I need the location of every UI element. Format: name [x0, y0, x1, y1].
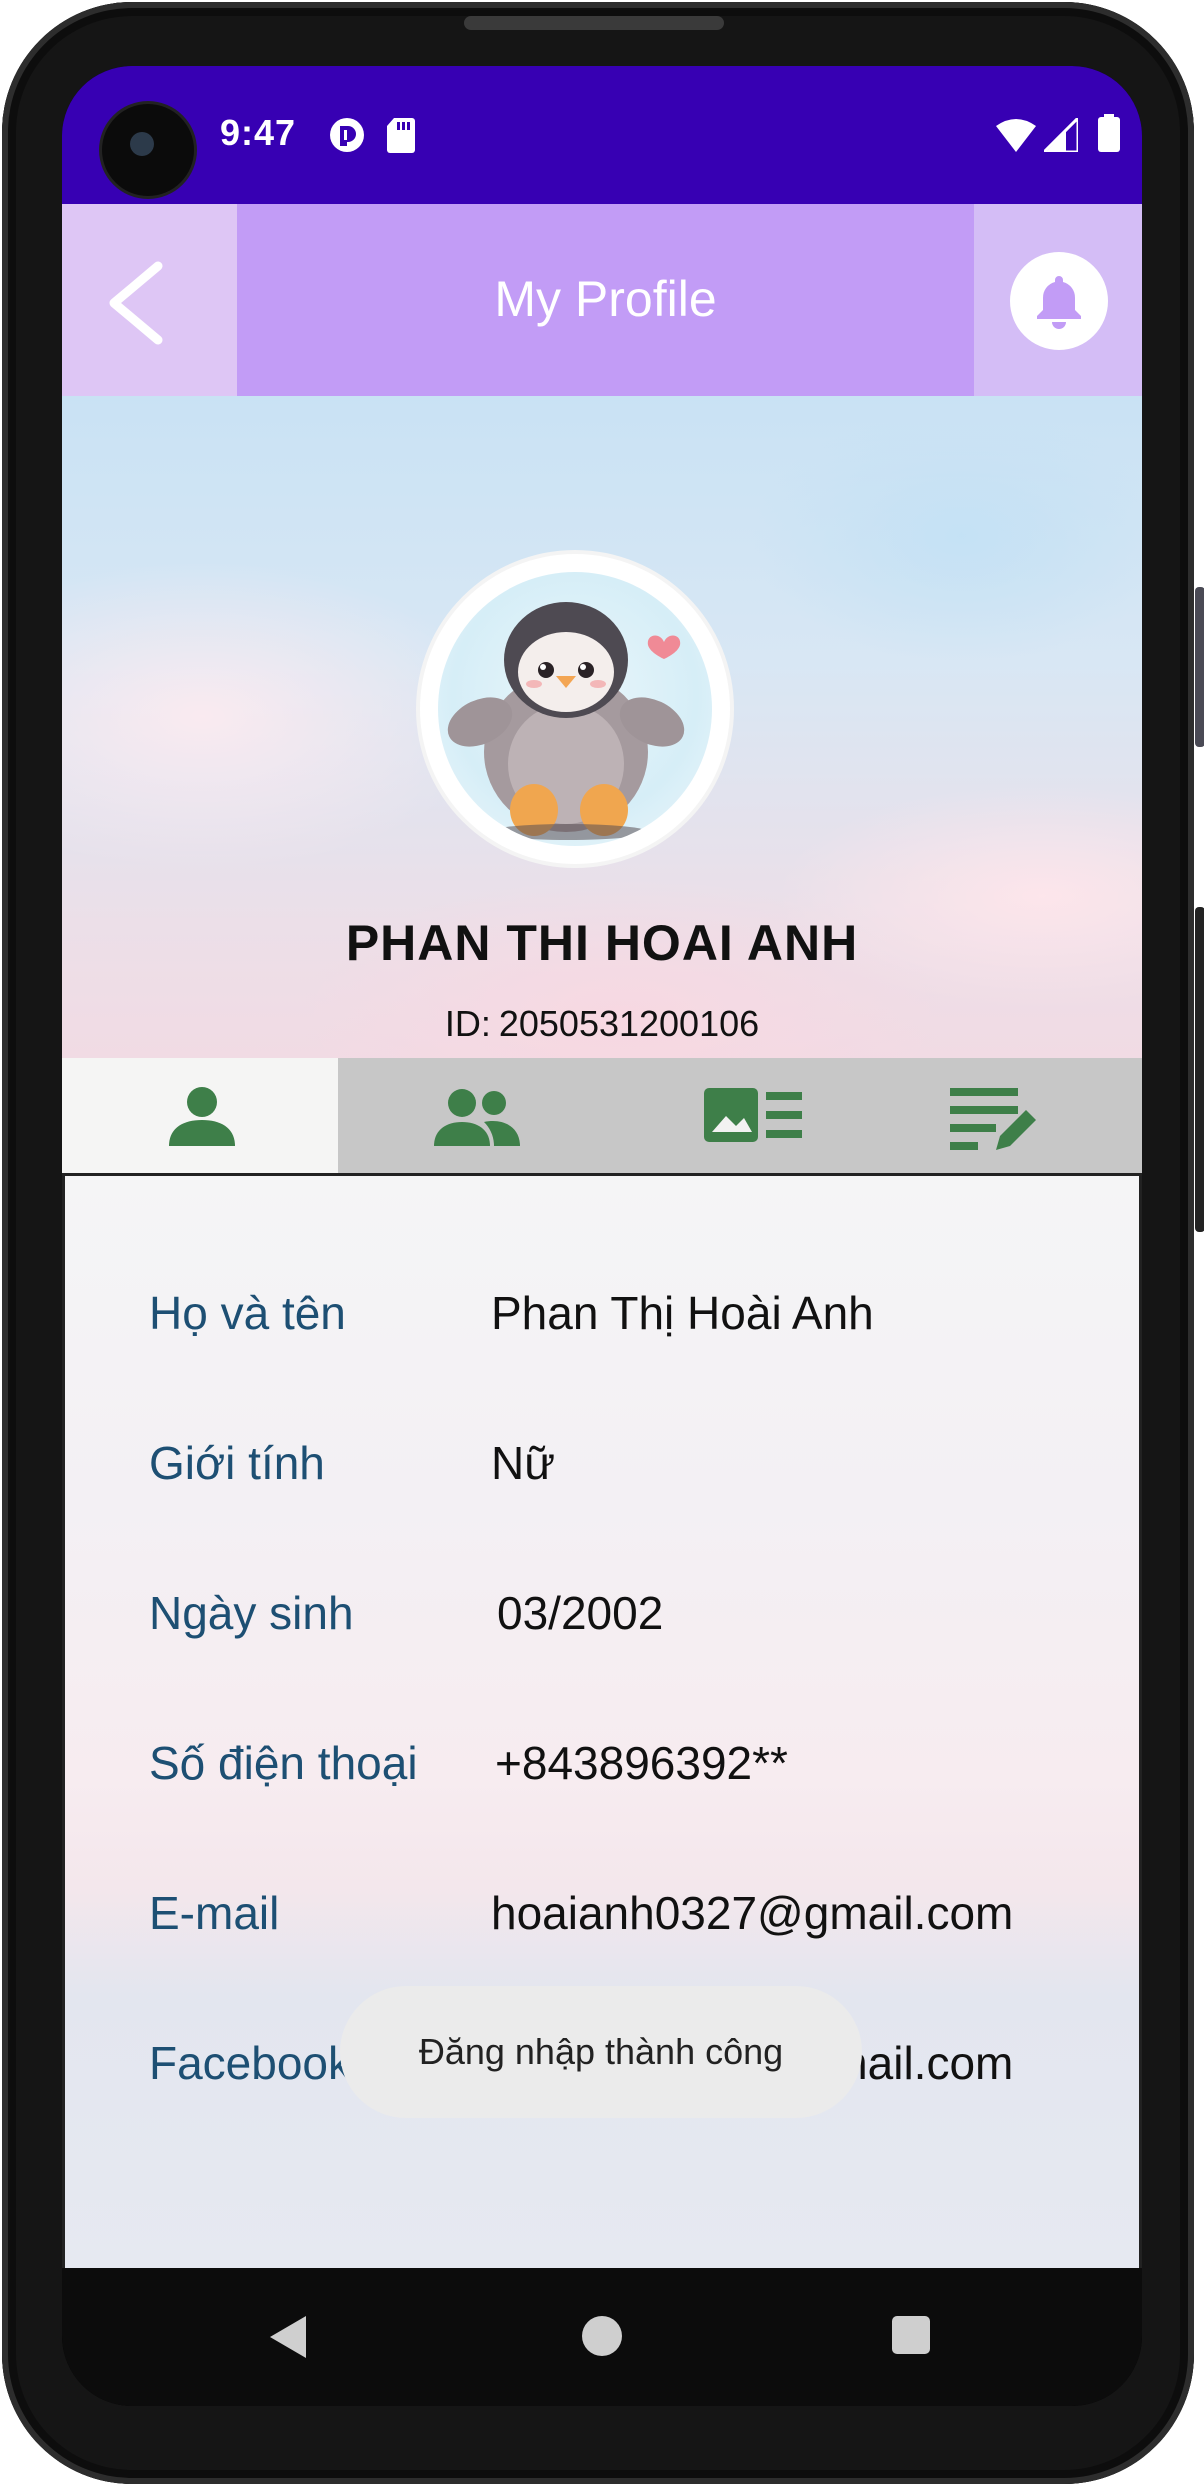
info-label: E-mail: [149, 1887, 280, 1939]
app-bar-title-area: My Profile: [237, 204, 974, 396]
info-row-birthday: Ngày sinh 03/2002: [65, 1586, 1142, 1666]
profile-id-value: 2050531200106: [498, 1003, 760, 1044]
info-value: 03/2002: [497, 1587, 664, 1639]
image-list-icon: [704, 1088, 802, 1142]
info-label: Họ và tên: [149, 1287, 346, 1339]
status-bar: 9:47: [62, 66, 1142, 204]
back-triangle-icon[interactable]: [268, 2314, 308, 2365]
info-row-email: E-mail hoaianh0327@gmail.com: [65, 1886, 1142, 1966]
home-circle-icon[interactable]: [582, 2316, 622, 2356]
earpiece-speaker: [464, 16, 724, 30]
info-label: Facebook: [149, 2037, 352, 2089]
recents-square-icon[interactable]: [892, 2316, 930, 2354]
info-value: Nữ: [491, 1437, 556, 1489]
toast-message: Đăng nhập thành công: [340, 1986, 862, 2118]
info-label: Giới tính: [149, 1437, 325, 1489]
chevron-left-icon: [100, 258, 180, 348]
info-value: Phan Thị Hoài Anh: [491, 1287, 874, 1339]
penguin-avatar-icon: [438, 572, 712, 846]
profile-name: PHAN THI HOAI ANH: [345, 915, 859, 971]
signal-icon: [1040, 114, 1080, 157]
info-value: +843896392**: [495, 1737, 788, 1789]
sd-card-icon: [386, 116, 416, 159]
device-screen: 9:47 My Profile PHAN THI HOAI ANH ID: 20…: [62, 66, 1142, 2406]
profile-id-label: ID:: [444, 1003, 491, 1044]
volume-button: [1195, 587, 1204, 747]
profile-id: ID: 2050531200106: [62, 1003, 1142, 1045]
info-row-phone: Số điện thoại +843896392**: [65, 1736, 1142, 1816]
page-title: My Profile: [494, 271, 717, 327]
notification-app-icon: [328, 116, 366, 159]
profile-header: PHAN THI HOAI ANH ID: 2050531200106: [62, 396, 1142, 1058]
back-button[interactable]: [62, 204, 237, 396]
info-label: Ngày sinh: [149, 1587, 354, 1639]
info-value: hoaianh0327@gmail.com: [491, 1887, 1014, 1939]
wifi-icon: [996, 118, 1036, 157]
system-nav-bar: [62, 2268, 1142, 2406]
bell-icon: [1037, 276, 1081, 329]
info-row-full-name: Họ và tên Phan Thị Hoài Anh: [65, 1286, 1142, 1366]
profile-tabs: [62, 1058, 1142, 1173]
tab-personal-info[interactable]: [62, 1058, 338, 1173]
status-time: 9:47: [220, 112, 297, 153]
battery-icon: [1098, 114, 1120, 157]
info-row-gender: Giới tính Nữ: [65, 1436, 1142, 1516]
notification-area: [974, 204, 1142, 396]
power-button: [1195, 907, 1204, 1232]
app-bar: My Profile: [62, 204, 1142, 396]
notification-button[interactable]: [1010, 252, 1108, 350]
tab-edit[interactable]: [890, 1058, 1142, 1173]
tab-gallery[interactable]: [614, 1058, 890, 1173]
profile-avatar[interactable]: [420, 554, 730, 864]
tab-family[interactable]: [338, 1058, 614, 1173]
edit-note-icon: [950, 1088, 1036, 1150]
front-camera: [102, 104, 194, 196]
person-icon: [169, 1087, 235, 1146]
info-label: Số điện thoại: [149, 1737, 418, 1789]
people-icon: [434, 1089, 520, 1146]
